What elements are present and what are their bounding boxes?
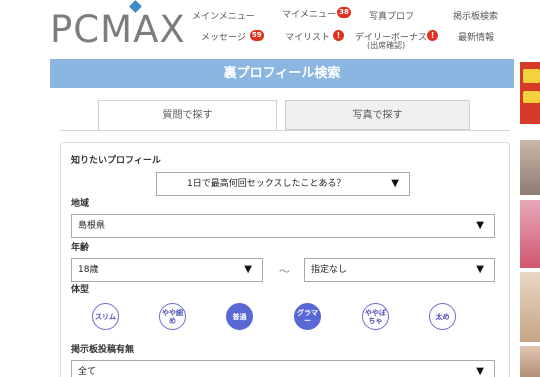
body-type-normal[interactable]: 普通 — [226, 303, 253, 330]
chevron-down-icon: ▼ — [244, 264, 252, 275]
nav-my-list-label: マイリスト — [285, 33, 331, 43]
ad-banner-graphic — [523, 91, 540, 103]
nav-photo-prof[interactable]: 写真プロフ — [369, 9, 414, 22]
body-type-slim[interactable]: スリム — [92, 303, 119, 330]
ad-banner-4[interactable] — [520, 272, 540, 342]
ad-banner-5[interactable] — [520, 346, 540, 377]
ad-banner-3[interactable] — [520, 200, 540, 268]
tab-search-by-photo[interactable]: 写真で探す — [285, 100, 470, 130]
tab-divider — [60, 130, 510, 131]
ad-banner-1[interactable] — [520, 62, 540, 124]
nav-my-menu-label: マイメニュー — [282, 10, 337, 20]
age-max-select[interactable]: 指定なし ▼ — [304, 258, 495, 282]
age-range-separator: 〜 — [279, 265, 290, 278]
body-type-slightly-chubby[interactable]: ややぽちゃ — [362, 303, 389, 330]
logo-text: PCMAX — [50, 8, 186, 51]
page-title: 裏プロフィール検索 — [50, 59, 514, 88]
region-label: 地域 — [71, 199, 90, 209]
daily-bonus-sub-label: (出席確認) — [367, 41, 406, 50]
bbs-post-value: 全て — [78, 367, 97, 377]
profile-question-value: 1日で最高何回セックスしたことある？ — [187, 179, 346, 189]
my-menu-count-badge: 38 — [337, 7, 352, 18]
body-type-heavy[interactable]: 太め — [429, 303, 456, 330]
ad-banner-graphic — [523, 69, 540, 83]
message-count-badge: 59 — [249, 30, 264, 41]
tab-search-by-question[interactable]: 質問で探す — [98, 100, 277, 130]
chevron-down-icon: ▼ — [476, 264, 484, 275]
nav-my-list[interactable]: マイリスト ! — [285, 30, 344, 43]
profile-question-select[interactable]: 1日で最高何回セックスしたことある？ ▼ — [156, 172, 410, 196]
bbs-post-label: 掲示板投稿有無 — [71, 345, 135, 355]
body-type-glamour[interactable]: グラマー — [294, 303, 321, 330]
nav-message[interactable]: メッセージ 59 — [201, 30, 264, 43]
region-value: 島根県 — [78, 221, 106, 231]
chevron-down-icon: ▼ — [476, 366, 484, 377]
ad-banner-2[interactable] — [520, 140, 540, 195]
age-min-value: 18歳 — [78, 265, 99, 275]
bbs-post-select[interactable]: 全て ▼ — [71, 360, 495, 377]
nav-main-menu[interactable]: メインメニュー — [192, 9, 255, 22]
age-min-select[interactable]: 18歳 ▼ — [71, 258, 263, 282]
body-type-label: 体型 — [71, 285, 90, 295]
nav-latest[interactable]: 最新情報 — [458, 30, 494, 43]
nav-my-menu[interactable]: マイメニュー 38 — [282, 7, 352, 20]
profile-label: 知りたいプロフィール — [71, 156, 161, 166]
nav-bbs-search[interactable]: 掲示板検索 — [453, 9, 498, 22]
age-max-value: 指定なし — [311, 265, 348, 275]
body-type-slightly-thin[interactable]: やや細め — [159, 303, 186, 330]
chevron-down-icon: ▼ — [476, 220, 484, 231]
my-list-alert-icon: ! — [332, 30, 344, 41]
daily-bonus-alert-icon: ! — [427, 30, 439, 41]
nav-message-label: メッセージ — [201, 33, 246, 43]
region-select[interactable]: 島根県 ▼ — [71, 214, 495, 238]
age-label: 年齢 — [71, 243, 90, 253]
chevron-down-icon: ▼ — [391, 178, 399, 189]
